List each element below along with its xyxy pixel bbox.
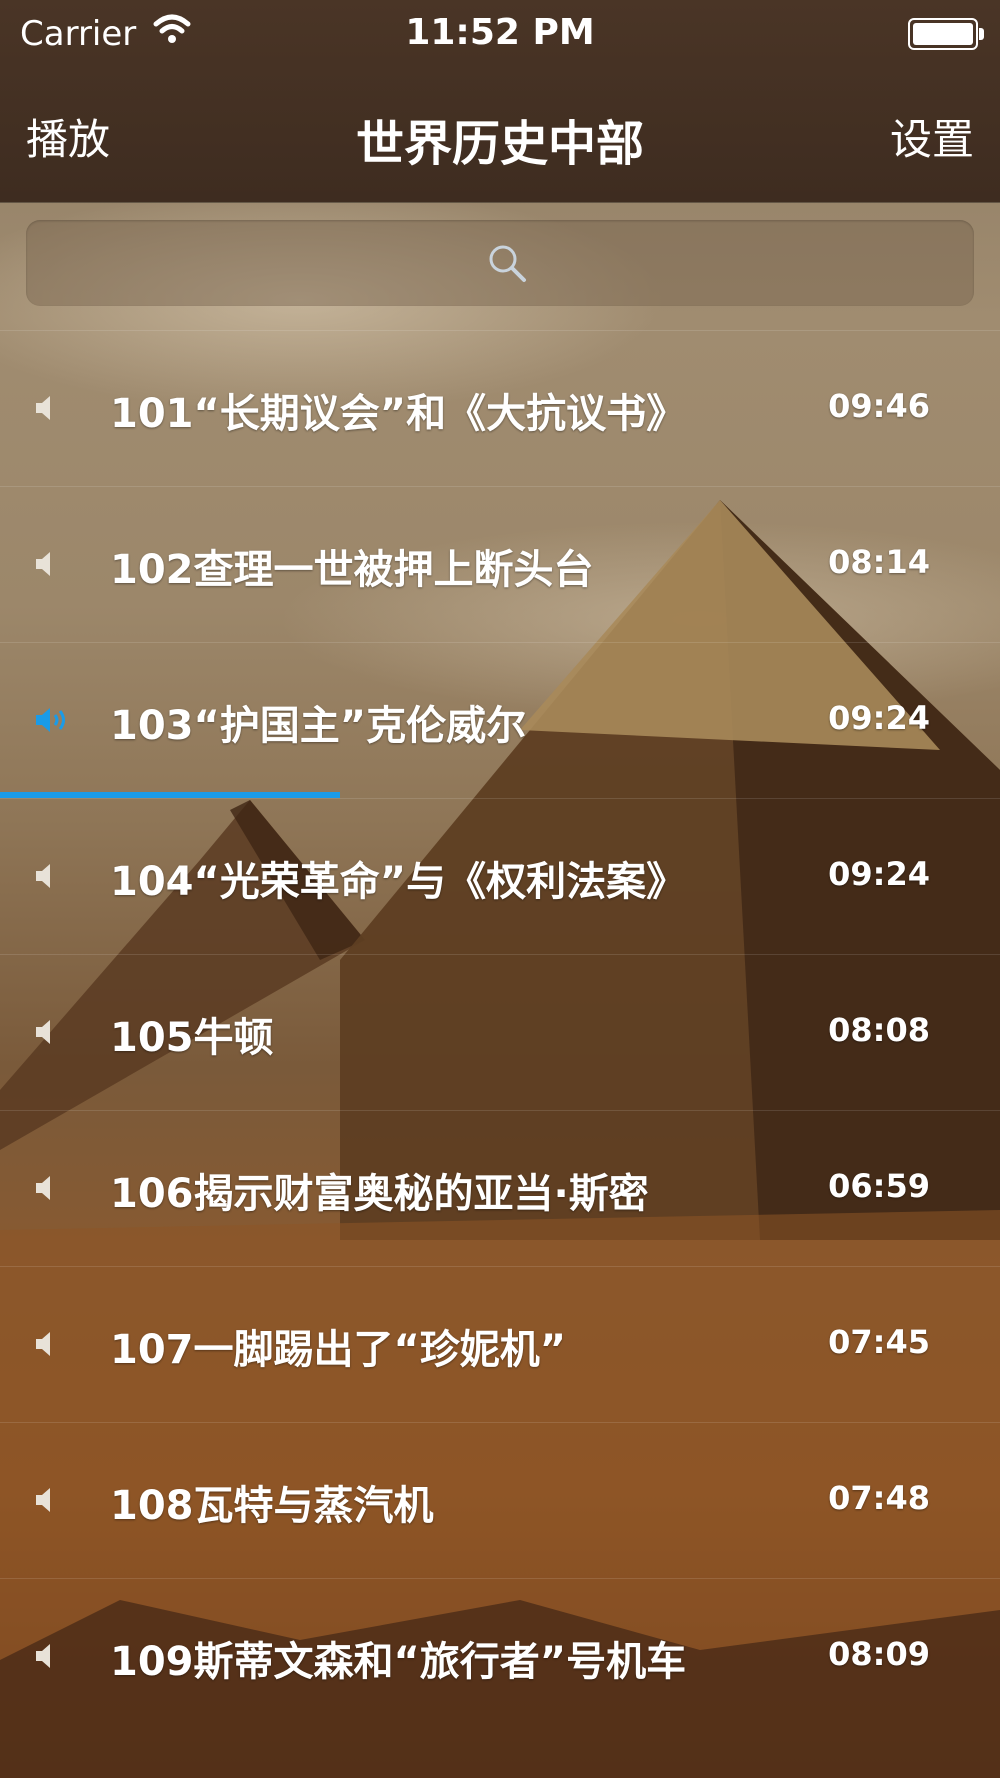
status-bar: Carrier 11:52 PM	[0, 0, 1000, 70]
track-row[interactable]: 101“长期议会”和《大抗议书》 09:46	[0, 330, 1000, 486]
track-duration: 07:48	[828, 1479, 930, 1517]
speaker-icon	[34, 549, 74, 583]
track-row[interactable]: 107一脚踢出了“珍妮机” 07:45	[0, 1266, 1000, 1422]
track-duration: 08:08	[828, 1011, 930, 1049]
status-time: 11:52 PM	[405, 12, 595, 53]
track-row[interactable]: 109斯蒂文森和“旅行者”号机车 08:09	[0, 1578, 1000, 1734]
track-row[interactable]: 106揭示财富奥秘的亚当·斯密 06:59	[0, 1110, 1000, 1266]
track-title: 102查理一世被押上断头台	[110, 547, 594, 593]
page-title: 世界历史中部	[355, 116, 644, 172]
track-duration: 07:45	[828, 1323, 930, 1361]
battery-icon	[908, 18, 984, 50]
track-row[interactable]: 108瓦特与蒸汽机 07:48	[0, 1422, 1000, 1578]
speaker-icon	[34, 1485, 74, 1519]
track-row[interactable]: 102查理一世被押上断头台 08:14	[0, 486, 1000, 642]
track-row[interactable]: 104“光荣革命”与《权利法案》 09:24	[0, 798, 1000, 954]
speaker-playing-icon	[34, 705, 74, 739]
navigation-bar: Carrier 11:52 PM 播放 世界历史中部 设置	[0, 0, 1000, 202]
track-duration: 09:24	[828, 855, 930, 893]
track-title: 105牛顿	[110, 1015, 274, 1061]
track-title: 104“光荣革命”与《权利法案》	[110, 859, 687, 905]
track-title: 107一脚踢出了“珍妮机”	[110, 1327, 567, 1373]
speaker-icon	[34, 861, 74, 895]
speaker-icon	[34, 1329, 74, 1363]
track-duration: 09:46	[828, 387, 930, 425]
track-row[interactable]: 103“护国主”克伦威尔 09:24	[0, 642, 1000, 798]
track-duration: 06:59	[828, 1167, 930, 1205]
speaker-icon	[34, 1017, 74, 1051]
track-duration: 08:14	[828, 543, 930, 581]
search-icon	[486, 242, 530, 290]
track-title: 109斯蒂文森和“旅行者”号机车	[110, 1639, 687, 1685]
track-title: 106揭示财富奥秘的亚当·斯密	[110, 1171, 649, 1217]
track-row[interactable]: 105牛顿 08:08	[0, 954, 1000, 1110]
search-input[interactable]	[26, 220, 974, 306]
track-duration: 08:09	[828, 1635, 930, 1673]
speaker-icon	[34, 393, 74, 427]
speaker-icon	[34, 1641, 74, 1675]
track-title: 103“护国主”克伦威尔	[110, 703, 527, 749]
track-title: 108瓦特与蒸汽机	[110, 1483, 434, 1529]
track-title: 101“长期议会”和《大抗议书》	[110, 391, 687, 437]
settings-button[interactable]: 设置	[890, 106, 974, 167]
track-duration: 09:24	[828, 699, 930, 737]
speaker-icon	[34, 1173, 74, 1207]
track-list: 101“长期议会”和《大抗议书》 09:46 102查理一世被押上断头台 08:14 1…	[0, 330, 1000, 1734]
